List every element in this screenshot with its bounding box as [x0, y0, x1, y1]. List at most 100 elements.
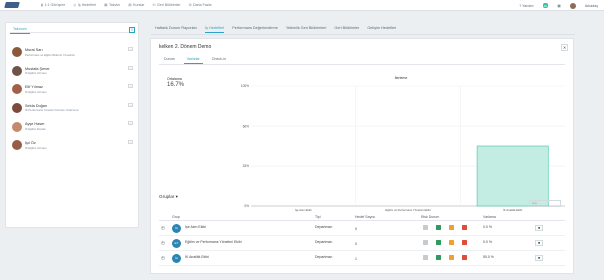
more-icon[interactable]: ··· — [128, 121, 133, 126]
goal-card: kelken 2. Dönem Demo ✕ Durum Varlıklar Che… — [150, 38, 574, 274]
more-icon[interactable]: ··· — [128, 47, 133, 51]
more-icon[interactable]: ··· — [128, 102, 133, 107]
member-info: Işıl Öz İK Eğitim Uzmanı — [25, 141, 47, 150]
group-name[interactable]: Eğitim ve Performans Yönetimi Ekibi — [185, 240, 242, 244]
col-progress[interactable]: Varlama — [483, 215, 496, 219]
risk-indicator[interactable] — [449, 255, 454, 260]
user-avatar[interactable] — [569, 2, 576, 9]
chart-title: İlerleme — [394, 76, 408, 80]
table-row[interactable]: ▸ İA İK Analitik Ekibi Departman 1 50.0 % ■ — [159, 252, 565, 266]
group-type: Departman — [315, 240, 333, 244]
team-member[interactable]: Murat Sarı Performans ve Eğitim Bölümü Yö… — [9, 43, 136, 62]
group-type: Departman — [315, 255, 333, 259]
col-type[interactable]: Tipi — [315, 215, 321, 219]
y-tick-label: 0% — [244, 204, 249, 208]
risk-indicator[interactable] — [423, 225, 428, 230]
groups-title[interactable]: Gruplar ▾ — [159, 194, 178, 200]
y-tick-label: 100% — [241, 84, 249, 88]
avatar — [12, 140, 22, 151]
risk-indicator[interactable] — [436, 255, 441, 260]
y-tick-label: 33% — [243, 164, 250, 168]
row-action-icon[interactable]: ■ — [535, 240, 543, 246]
nav-item-0[interactable]: ▮ 1:1 Görüşme — [41, 3, 65, 7]
mail-icon: ✉ — [152, 3, 156, 7]
risk-indicator[interactable] — [449, 225, 454, 230]
avatar — [12, 84, 22, 95]
user-name[interactable]: Arkadaş — [585, 4, 598, 8]
subtab-0[interactable]: Durum — [161, 56, 178, 64]
table-row[interactable]: ▸ İA İşe Alım Ekibi Departman 0 0.0 % ■ — [159, 222, 565, 236]
risk-indicator[interactable] — [449, 240, 454, 245]
member-info: Mustafa Şener İK Eğitim Uzmanı — [25, 67, 50, 76]
member-name: Elif Yılmaz — [25, 85, 43, 90]
search-input[interactable]: Ara — [529, 200, 561, 207]
nav-item-2[interactable]: ▦ Takvim — [104, 3, 120, 7]
app-logo[interactable] — [4, 2, 20, 8]
row-action-icon[interactable]: ■ — [535, 225, 543, 231]
nav-item-1[interactable]: ◎ İş Hedefleri — [73, 3, 96, 7]
group-type: Departman — [315, 225, 333, 229]
expand-icon[interactable]: ▸ — [161, 226, 165, 230]
expand-icon[interactable]: ▸ — [161, 241, 165, 245]
team-member[interactable]: Işıl Öz İK Eğitim Uzmanı ··· — [9, 136, 136, 155]
apps-icon[interactable]: ▦ — [557, 4, 560, 8]
progress-value: 50.0 % — [483, 255, 494, 259]
team-member[interactable]: Elif Yılmaz İK Eğitim Uzmanı ··· — [9, 80, 136, 99]
notification-badge[interactable]: 40 — [542, 3, 549, 8]
nav-item-5[interactable]: ⊞ Daha Fazla — [189, 3, 212, 7]
risk-indicator[interactable] — [462, 240, 467, 245]
bar[interactable] — [476, 145, 549, 207]
more-icon[interactable]: ··· — [128, 139, 133, 144]
tab-0[interactable]: Haftalık Durum Raporları — [155, 26, 197, 33]
member-info: Elif Yılmaz İK Eğitim Uzmanı — [25, 85, 47, 94]
more-icon[interactable]: ··· — [128, 65, 133, 70]
help-link[interactable]: ? Yardım — [519, 4, 533, 8]
risk-indicator[interactable] — [423, 255, 428, 260]
team-member[interactable]: Ayşe Haser İK Eğitim Destek ··· — [9, 117, 136, 136]
progress-value: 0.0 % — [483, 225, 492, 229]
col-goal-count[interactable]: Hedef Sayısı — [355, 215, 375, 219]
tab-2[interactable]: Performans Değerlendirme — [232, 26, 278, 33]
x-tick-label: İşe Alım Ekibi — [295, 207, 312, 212]
page-title: kelken 2. Dönem Demo — [159, 44, 212, 50]
group-avatar: EY — [172, 239, 181, 248]
tab-divider — [10, 32, 134, 33]
x-tick-label: Eğitim ve Performans Yönetimi Ekibi — [385, 208, 431, 212]
member-role: Performans ve Eğitim Bölümü Yöneticisi — [25, 52, 75, 57]
risk-indicator[interactable] — [462, 255, 467, 260]
tab-1[interactable]: İş Hedefleri — [205, 26, 225, 33]
close-icon[interactable]: ✕ — [561, 44, 568, 51]
row-action-icon[interactable]: ■ — [535, 255, 543, 261]
team-member[interactable]: Mustafa Şener İK Eğitim Uzmanı ··· — [9, 62, 136, 81]
avatar — [12, 121, 22, 132]
table-row[interactable]: ▸ EY Eğitim ve Performans Yönetimi Ekibi De… — [159, 237, 565, 251]
member-name: Mustafa Şener — [25, 66, 50, 71]
member-name: Ayşe Haser — [25, 122, 45, 127]
more-icon[interactable]: ··· — [128, 84, 133, 89]
tab-5[interactable]: Gelişim Hedefleri — [367, 26, 396, 33]
risk-indicator[interactable] — [423, 240, 428, 245]
tab-4[interactable]: Geri Bildirimler — [334, 26, 359, 33]
avatar — [12, 47, 22, 58]
view-toggle-icon[interactable]: ≡ — [129, 27, 135, 33]
average-value: 16.7% — [167, 82, 185, 88]
group-avatar: İA — [172, 254, 181, 263]
nav-item-4[interactable]: ✉ Geri Bildirimler — [152, 3, 180, 7]
group-name[interactable]: İşe Alım Ekibi — [185, 225, 206, 229]
risk-indicator[interactable] — [462, 225, 467, 230]
nav-item-label: Takvim — [109, 3, 121, 7]
member-role: İK Eğitim Uzmanı — [25, 145, 47, 150]
risk-indicator[interactable] — [436, 225, 441, 230]
col-risk[interactable]: Risk Durum — [421, 215, 439, 219]
book-icon: ▤ — [128, 3, 132, 7]
expand-icon[interactable]: ▸ — [161, 256, 165, 260]
team-member[interactable]: Selda Doğan İK Performans Yönetimi Uzmanı… — [9, 99, 136, 118]
main-nav: ▮ 1:1 Görüşme ◎ İş Hedefleri ▦ Takvim ▤ Kurslar… — [41, 3, 211, 7]
risk-indicator[interactable] — [436, 240, 441, 245]
nav-item-3[interactable]: ▤ Kurslar — [128, 3, 144, 7]
group-name[interactable]: İK Analitik Ekibi — [185, 255, 209, 259]
col-group[interactable]: Grup — [172, 215, 180, 219]
subtab-1[interactable]: Varlıklar — [183, 56, 203, 64]
subtab-2[interactable]: Check-in — [209, 56, 229, 64]
tab-3[interactable]: Yetkinlik Geri Bildirimleri — [286, 26, 327, 33]
